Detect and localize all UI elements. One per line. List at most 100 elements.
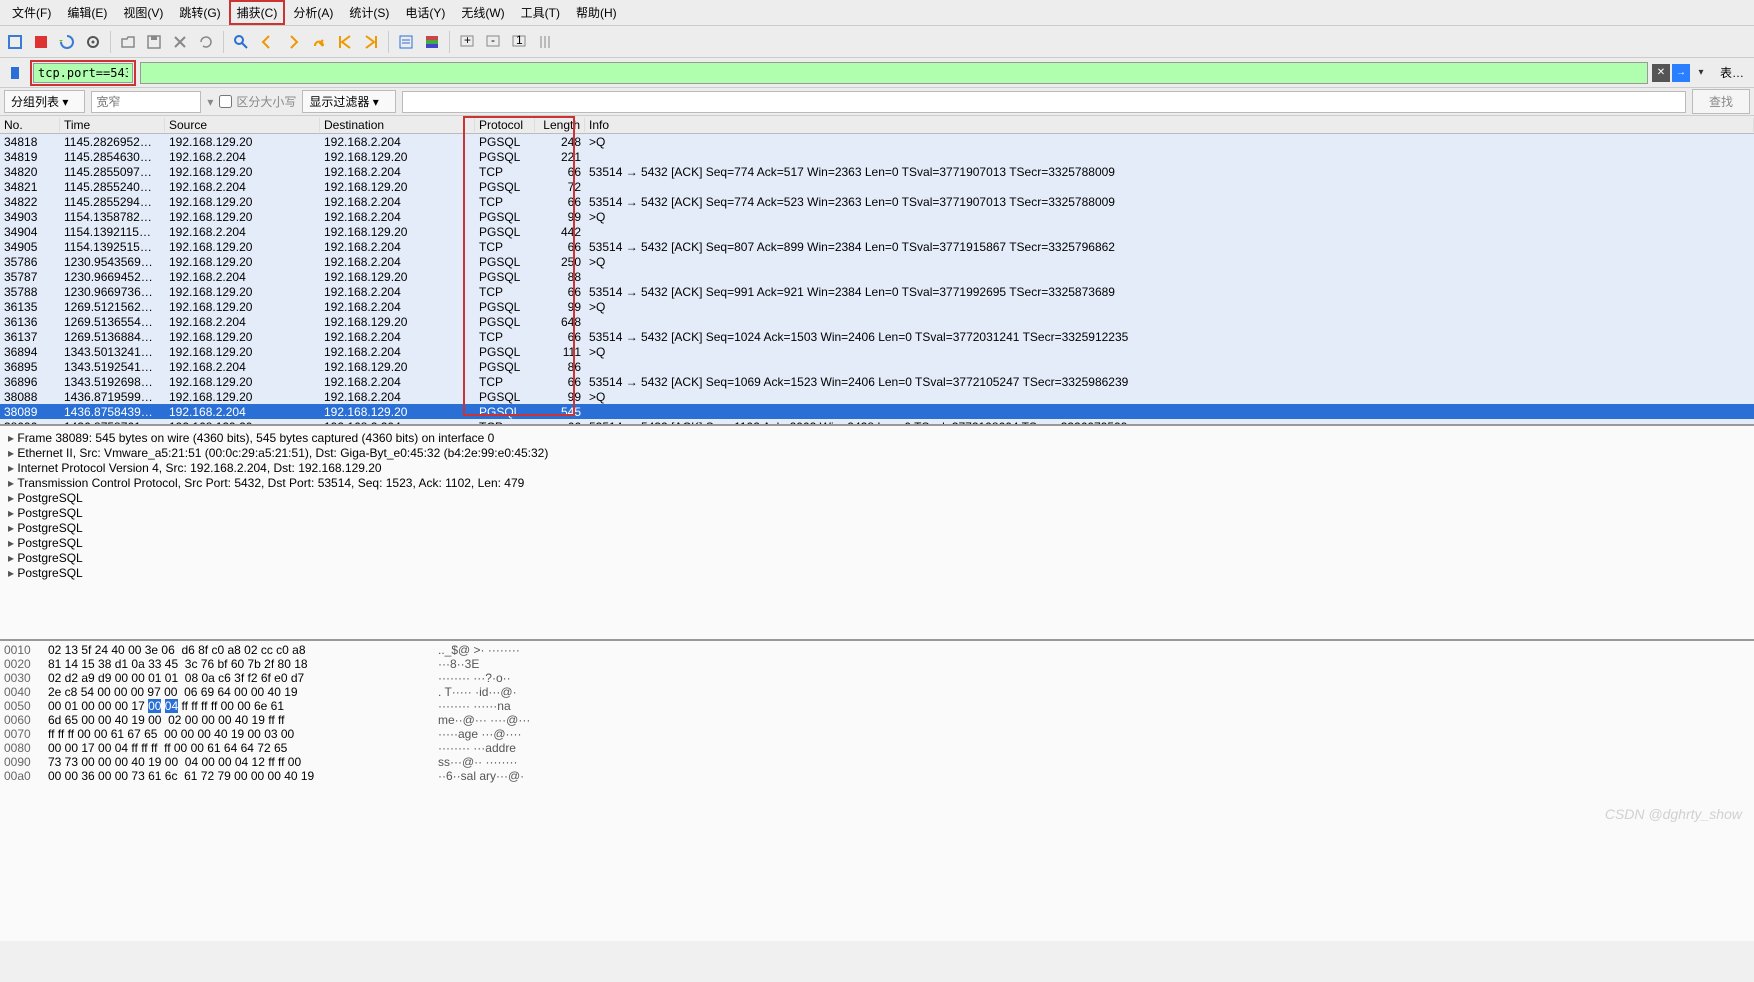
hex-row[interactable]: 002081 14 15 38 d1 0a 33 45 3c 76 bf 60 …: [4, 657, 1750, 671]
col-time[interactable]: Time: [60, 118, 165, 132]
menu-bar: 文件(F)编辑(E)视图(V)跳转(G)捕获(C)分析(A)统计(S)电话(Y)…: [0, 0, 1754, 26]
packet-row[interactable]: 380901436.8758761…192.168.129.20192.168.…: [0, 419, 1754, 426]
open-icon[interactable]: [117, 31, 139, 53]
display-filter-input[interactable]: [33, 63, 133, 83]
zoom-reset-icon[interactable]: 1: [508, 31, 530, 53]
find-icon[interactable]: [230, 31, 252, 53]
hex-row[interactable]: 009073 73 00 00 00 40 19 00 04 00 00 04 …: [4, 755, 1750, 769]
packet-row[interactable]: 361371269.5136884…192.168.129.20192.168.…: [0, 329, 1754, 344]
expression-button[interactable]: 表…: [1714, 62, 1750, 83]
packet-row[interactable]: 357871230.9669452…192.168.2.204192.168.1…: [0, 269, 1754, 284]
packet-row[interactable]: 349041154.1392115…192.168.2.204192.168.1…: [0, 224, 1754, 239]
search-bar: 分组列表 ▾ ▾ 区分大小写 显示过滤器 ▾ 查找: [0, 88, 1754, 116]
colorize-icon[interactable]: [421, 31, 443, 53]
reload-icon[interactable]: [195, 31, 217, 53]
hex-row[interactable]: 005000 01 00 00 00 17 00 04 ff ff ff ff …: [4, 699, 1750, 713]
menu-item[interactable]: 帮助(H): [568, 0, 625, 25]
detail-line[interactable]: Internet Protocol Version 4, Src: 192.16…: [8, 460, 1746, 475]
hex-row[interactable]: 00a000 00 36 00 00 73 61 6c 61 72 79 00 …: [4, 769, 1750, 783]
back-icon[interactable]: [256, 31, 278, 53]
display-filter-input-ext[interactable]: [140, 62, 1648, 84]
zoom-in-icon[interactable]: +: [456, 31, 478, 53]
packet-row[interactable]: 348181145.2826952…192.168.129.20192.168.…: [0, 134, 1754, 149]
detail-line[interactable]: PostgreSQL: [8, 505, 1746, 520]
packet-row[interactable]: 349051154.1392515…192.168.129.20192.168.…: [0, 239, 1754, 254]
col-protocol[interactable]: Protocol: [475, 118, 535, 132]
detail-line[interactable]: PostgreSQL: [8, 535, 1746, 550]
packet-row[interactable]: 361361269.5136554…192.168.2.204192.168.1…: [0, 314, 1754, 329]
filter-bar: ✕ → ▾ 表…: [0, 58, 1754, 88]
packet-bytes-pane[interactable]: 001002 13 5f 24 40 00 3e 06 d6 8f c0 a8 …: [0, 641, 1754, 941]
menu-item[interactable]: 视图(V): [115, 0, 171, 25]
search-narrow-input[interactable]: [91, 91, 201, 113]
menu-item[interactable]: 分析(A): [285, 0, 341, 25]
packet-list-header: No. Time Source Destination Protocol Len…: [0, 116, 1754, 134]
svg-text:+: +: [464, 34, 471, 47]
resize-cols-icon[interactable]: [534, 31, 556, 53]
hex-row[interactable]: 008000 00 17 00 04 ff ff ff ff 00 00 61 …: [4, 741, 1750, 755]
bookmark-icon[interactable]: [4, 62, 26, 84]
col-info[interactable]: Info: [585, 118, 1754, 132]
packet-row[interactable]: 368961343.5192698…192.168.129.20192.168.…: [0, 374, 1754, 389]
dropdown-icon[interactable]: ▾: [1692, 64, 1710, 82]
display-filter-dropdown[interactable]: 显示过滤器 ▾: [302, 90, 395, 113]
menu-item[interactable]: 捕获(C): [229, 0, 286, 25]
case-sensitive-checkbox[interactable]: 区分大小写: [219, 93, 296, 110]
detail-line[interactable]: Ethernet II, Src: Vmware_a5:21:51 (00:0c…: [8, 445, 1746, 460]
zoom-out-icon[interactable]: -: [482, 31, 504, 53]
restart-icon[interactable]: [56, 31, 78, 53]
search-text-input[interactable]: [402, 91, 1686, 113]
find-button[interactable]: 查找: [1692, 89, 1750, 114]
packet-list-pane: No. Time Source Destination Protocol Len…: [0, 116, 1754, 426]
svg-text:1: 1: [516, 34, 523, 47]
detail-line[interactable]: Transmission Control Protocol, Src Port:…: [8, 475, 1746, 490]
hex-row[interactable]: 0070ff ff ff 00 00 61 67 65 00 00 00 40 …: [4, 727, 1750, 741]
packet-row[interactable]: 348201145.2855097…192.168.129.20192.168.…: [0, 164, 1754, 179]
col-length[interactable]: Length: [535, 118, 585, 132]
packet-row[interactable]: 380881436.8719599…192.168.129.20192.168.…: [0, 389, 1754, 404]
detail-line[interactable]: PostgreSQL: [8, 550, 1746, 565]
packet-row[interactable]: 348211145.2855240…192.168.2.204192.168.1…: [0, 179, 1754, 194]
save-icon[interactable]: [143, 31, 165, 53]
forward-icon[interactable]: [282, 31, 304, 53]
detail-line[interactable]: PostgreSQL: [8, 565, 1746, 580]
apply-filter-icon[interactable]: →: [1672, 64, 1690, 82]
packet-row[interactable]: 357861230.9543569…192.168.129.20192.168.…: [0, 254, 1754, 269]
clear-filter-icon[interactable]: ✕: [1652, 64, 1670, 82]
interface-icon[interactable]: [4, 31, 26, 53]
menu-item[interactable]: 电话(Y): [397, 0, 453, 25]
hex-row[interactable]: 00402e c8 54 00 00 00 97 00 06 69 64 00 …: [4, 685, 1750, 699]
hex-row[interactable]: 00606d 65 00 00 40 19 00 02 00 00 00 40 …: [4, 713, 1750, 727]
detail-line[interactable]: PostgreSQL: [8, 520, 1746, 535]
packet-row[interactable]: 380891436.8758439…192.168.2.204192.168.1…: [0, 404, 1754, 419]
packet-row[interactable]: 357881230.9669736…192.168.129.20192.168.…: [0, 284, 1754, 299]
col-no[interactable]: No.: [0, 118, 60, 132]
menu-item[interactable]: 跳转(G): [171, 0, 228, 25]
packet-row[interactable]: 361351269.5121562…192.168.129.20192.168.…: [0, 299, 1754, 314]
menu-item[interactable]: 文件(F): [4, 0, 59, 25]
packet-row[interactable]: 348191145.2854630…192.168.2.204192.168.1…: [0, 149, 1754, 164]
stop-icon[interactable]: [30, 31, 52, 53]
col-source[interactable]: Source: [165, 118, 320, 132]
menu-item[interactable]: 编辑(E): [59, 0, 115, 25]
jump-icon[interactable]: [308, 31, 330, 53]
last-icon[interactable]: [360, 31, 382, 53]
packet-row[interactable]: 349031154.1358782…192.168.129.20192.168.…: [0, 209, 1754, 224]
packet-details-pane[interactable]: Frame 38089: 545 bytes on wire (4360 bit…: [0, 426, 1754, 641]
detail-line[interactable]: PostgreSQL: [8, 490, 1746, 505]
packet-row[interactable]: 368941343.5013241…192.168.129.20192.168.…: [0, 344, 1754, 359]
packet-row[interactable]: 348221145.2855294…192.168.129.20192.168.…: [0, 194, 1754, 209]
search-scope-dropdown[interactable]: 分组列表 ▾: [4, 90, 85, 113]
menu-item[interactable]: 统计(S): [341, 0, 397, 25]
hex-row[interactable]: 003002 d2 a9 d9 00 00 01 01 08 0a c6 3f …: [4, 671, 1750, 685]
close-icon[interactable]: [169, 31, 191, 53]
menu-item[interactable]: 无线(W): [453, 0, 512, 25]
col-destination[interactable]: Destination: [320, 118, 475, 132]
options-icon[interactable]: [82, 31, 104, 53]
hex-row[interactable]: 001002 13 5f 24 40 00 3e 06 d6 8f c0 a8 …: [4, 643, 1750, 657]
detail-line[interactable]: Frame 38089: 545 bytes on wire (4360 bit…: [8, 430, 1746, 445]
menu-item[interactable]: 工具(T): [513, 0, 568, 25]
first-icon[interactable]: [334, 31, 356, 53]
packet-row[interactable]: 368951343.5192541…192.168.2.204192.168.1…: [0, 359, 1754, 374]
autoscroll-icon[interactable]: [395, 31, 417, 53]
